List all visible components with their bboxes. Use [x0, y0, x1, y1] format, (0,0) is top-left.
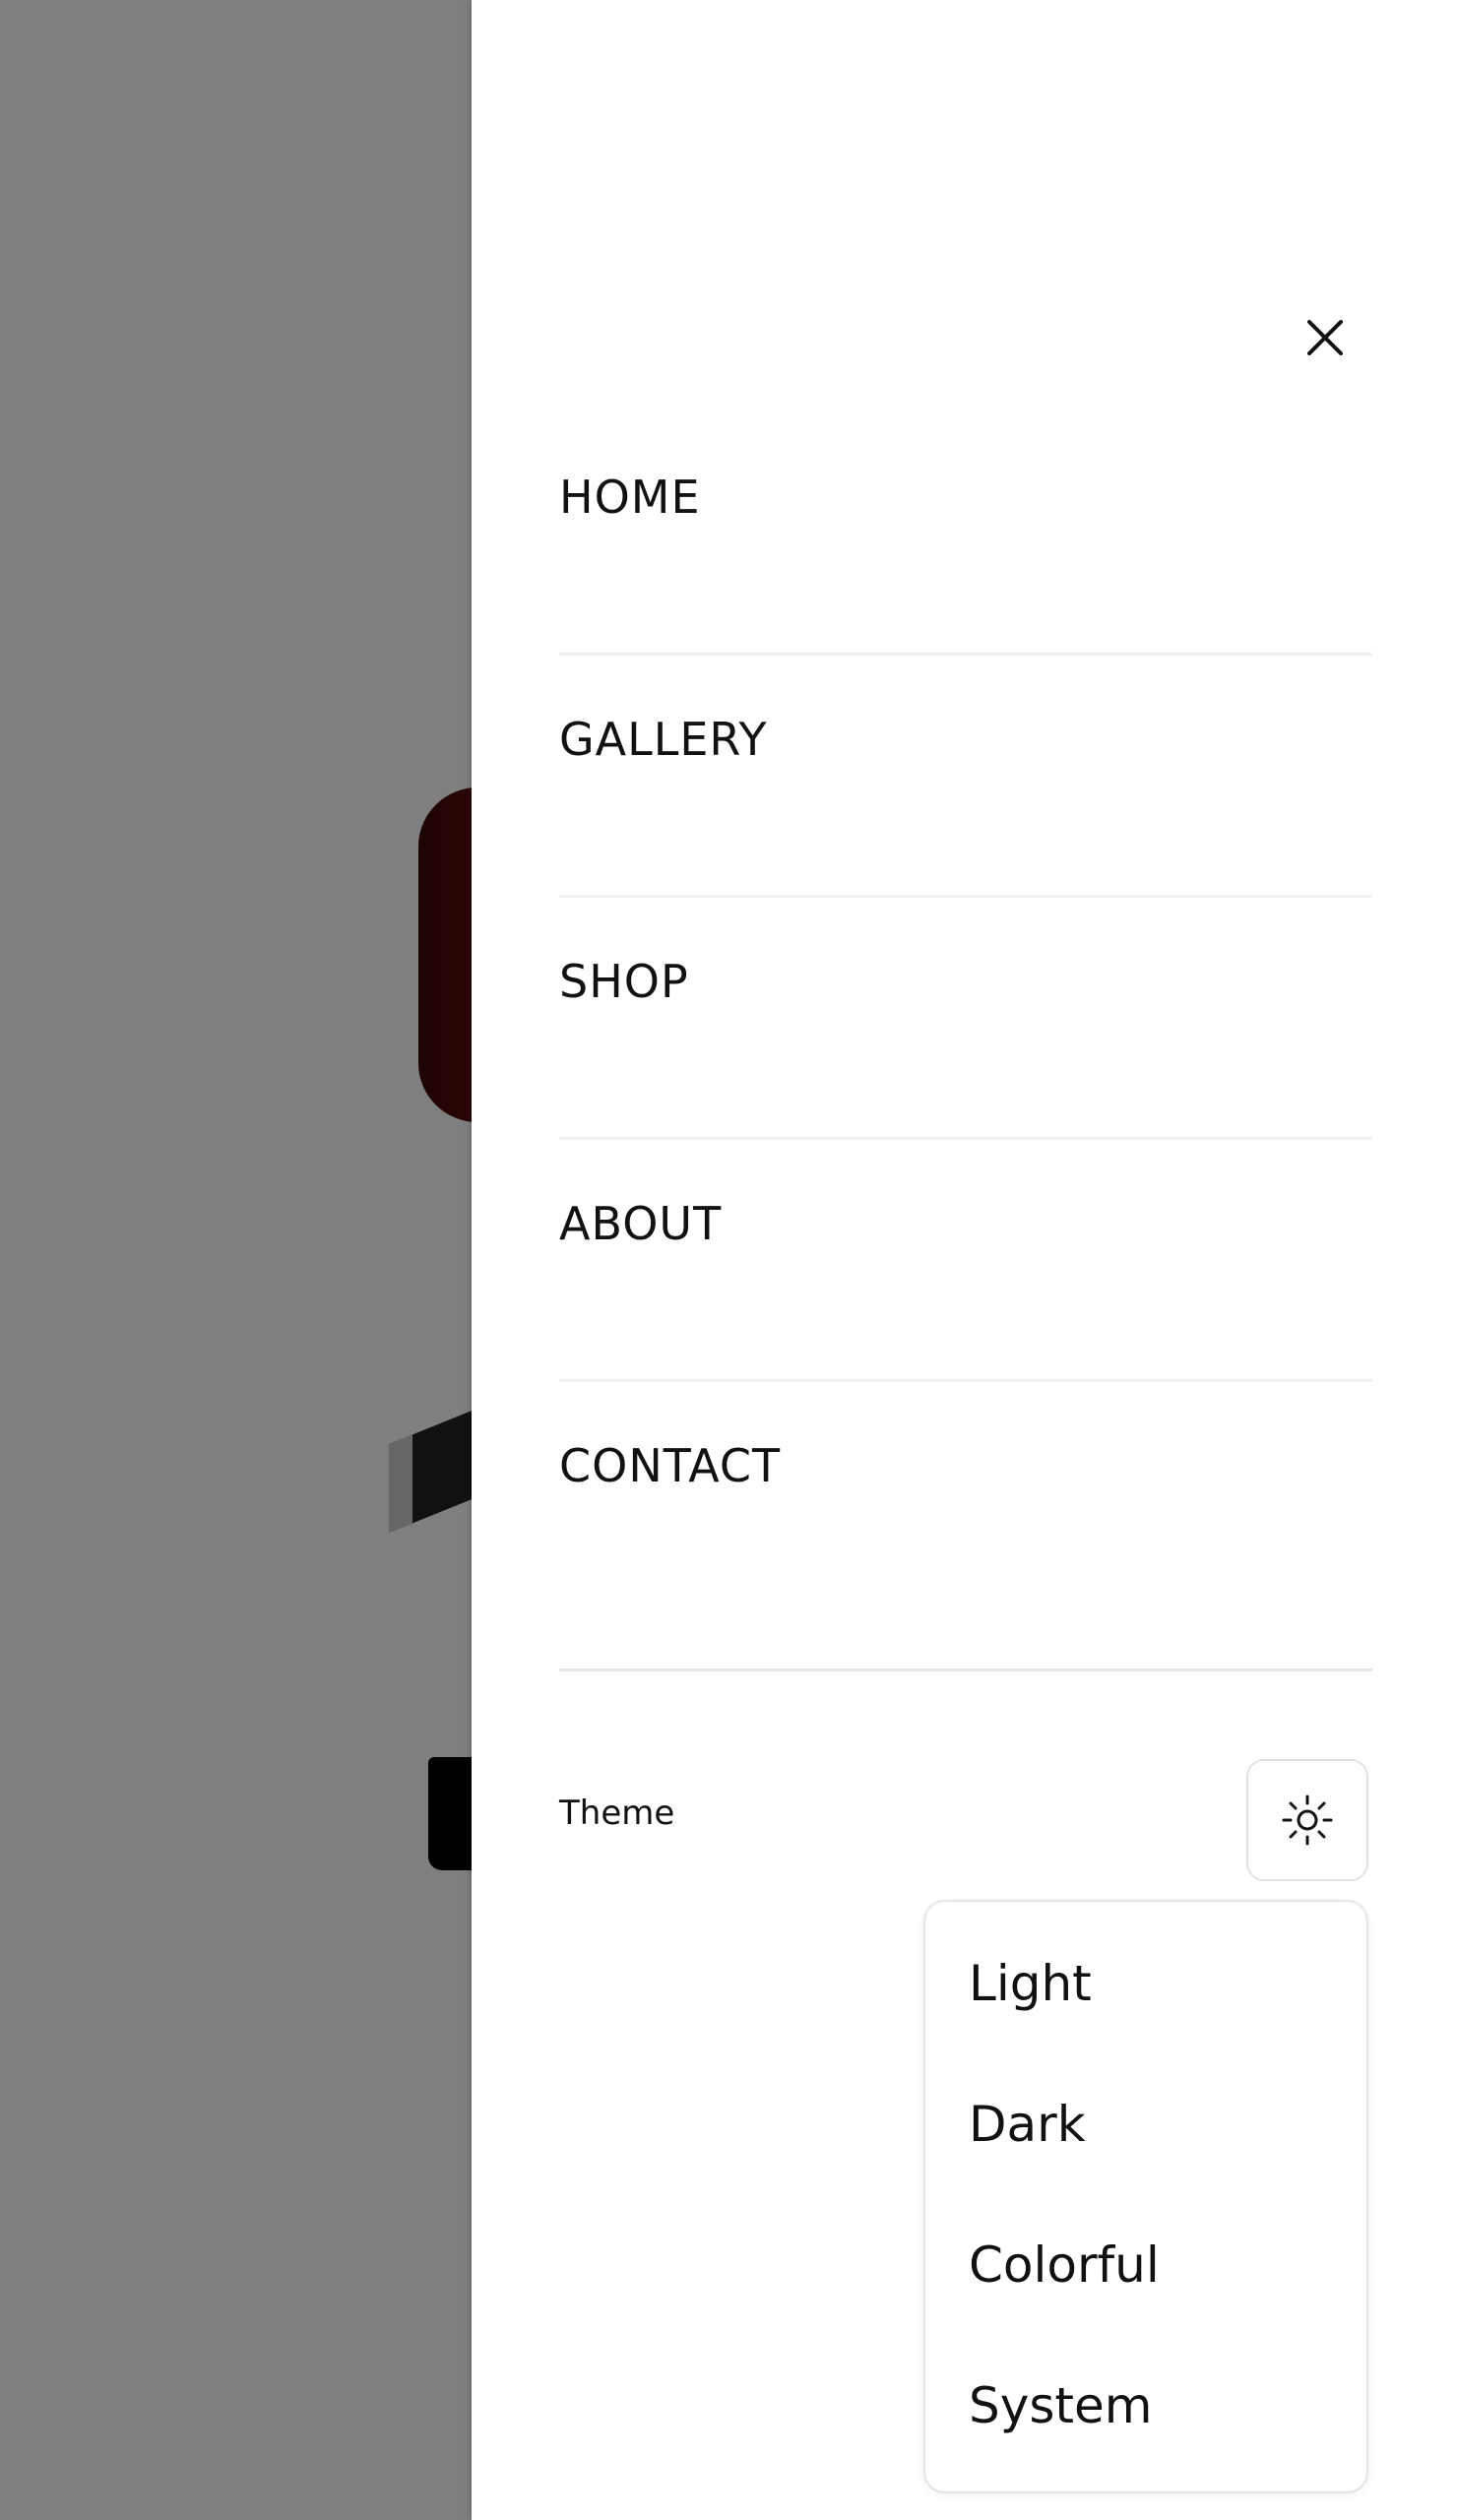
- close-icon: [1307, 320, 1343, 355]
- nav-item-about[interactable]: ABOUT: [559, 1140, 1372, 1382]
- theme-dropdown-menu: Light Dark Colorful System: [923, 1900, 1368, 2493]
- theme-toggle-button[interactable]: [1246, 1759, 1368, 1881]
- theme-option-light[interactable]: Light: [925, 1943, 1366, 2084]
- close-button[interactable]: [1298, 310, 1353, 365]
- nav-item-gallery[interactable]: GALLERY: [559, 656, 1372, 898]
- sun-icon: [1282, 1795, 1333, 1846]
- theme-option-colorful[interactable]: Colorful: [925, 2225, 1366, 2365]
- theme-option-dark[interactable]: Dark: [925, 2084, 1366, 2225]
- nav-item-label: SHOP: [559, 955, 689, 1008]
- nav-menu: HOME GALLERY SHOP ABOUT CONTACT: [559, 413, 1372, 1656]
- nav-item-shop[interactable]: SHOP: [559, 898, 1372, 1140]
- theme-label: Theme: [559, 1794, 675, 1833]
- nav-item-home[interactable]: HOME: [559, 413, 1372, 656]
- page: HOME GALLERY SHOP ABOUT CONTACT Theme Li…: [0, 0, 1457, 2520]
- nav-item-label: HOME: [559, 471, 701, 524]
- theme-option-system[interactable]: System: [925, 2365, 1366, 2506]
- nav-item-label: CONTACT: [559, 1439, 782, 1492]
- nav-item-label: ABOUT: [559, 1197, 723, 1250]
- divider: [559, 1669, 1372, 1671]
- nav-item-contact[interactable]: CONTACT: [559, 1382, 1372, 1656]
- nav-item-label: GALLERY: [559, 713, 768, 766]
